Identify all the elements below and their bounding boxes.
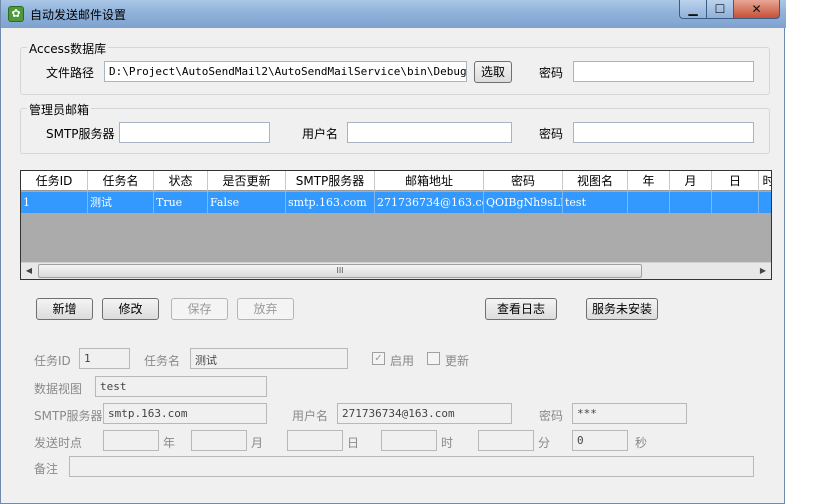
smtp-server-input[interactable]: smtp.163.com bbox=[103, 403, 267, 424]
column-header[interactable]: 时 bbox=[759, 171, 771, 191]
add-button[interactable]: 新增 bbox=[36, 298, 93, 320]
service-status-button[interactable]: 服务未安装 bbox=[586, 298, 658, 320]
settings-window: ✿ 自动发送邮件设置 ▁ ☐ ✕ Access数据库 文件路径 D:\Proje… bbox=[0, 0, 786, 504]
minimize-icon: ▁ bbox=[688, 2, 698, 16]
table-row[interactable]: 1 测试 True False smtp.163.com 271736734@1… bbox=[21, 192, 771, 213]
username-label: 用户名 bbox=[292, 409, 329, 423]
note-label: 备注 bbox=[34, 462, 59, 476]
enabled-label: 启用 bbox=[390, 354, 415, 368]
column-header[interactable]: 邮箱地址 bbox=[375, 171, 484, 191]
cell-password: QOIBgNh9sLE= bbox=[484, 192, 563, 213]
hour-label: 时 bbox=[441, 436, 454, 450]
year-input[interactable] bbox=[103, 430, 159, 451]
data-view-label: 数据视图 bbox=[34, 382, 83, 396]
admin-password-label: 密码 bbox=[539, 127, 564, 141]
minute-input[interactable] bbox=[478, 430, 534, 451]
window-controls: ▁ ☐ ✕ bbox=[679, 0, 780, 20]
task-grid[interactable]: 任务ID 任务名 状态 是否更新 SMTP服务器 邮箱地址 密码 视图名 年 月… bbox=[20, 170, 772, 280]
month-input[interactable] bbox=[191, 430, 247, 451]
hour-input[interactable] bbox=[381, 430, 437, 451]
cell-month bbox=[670, 192, 712, 213]
discard-button[interactable]: 放弃 bbox=[237, 298, 294, 320]
send-time-label: 发送时点 bbox=[34, 436, 83, 450]
column-header[interactable]: 月 bbox=[670, 171, 712, 191]
cell-hour bbox=[759, 192, 771, 213]
column-header[interactable]: 年 bbox=[628, 171, 670, 191]
grid-header: 任务ID 任务名 状态 是否更新 SMTP服务器 邮箱地址 密码 视图名 年 月… bbox=[21, 171, 771, 191]
day-input[interactable] bbox=[287, 430, 343, 451]
access-db-legend: Access数据库 bbox=[27, 40, 109, 57]
cell-task-name: 测试 bbox=[88, 192, 154, 213]
access-password-input[interactable] bbox=[573, 61, 754, 82]
scroll-right-icon[interactable]: ▶ bbox=[755, 263, 771, 279]
cell-email: 271736734@163.com bbox=[375, 192, 484, 213]
cell-smtp: smtp.163.com bbox=[286, 192, 375, 213]
data-view-input[interactable]: test bbox=[95, 376, 267, 397]
browse-button[interactable]: 选取 bbox=[474, 61, 512, 83]
column-header[interactable]: 是否更新 bbox=[208, 171, 286, 191]
year-label: 年 bbox=[163, 436, 176, 450]
update-checkbox[interactable] bbox=[427, 352, 440, 365]
access-password-label: 密码 bbox=[539, 66, 564, 80]
day-label: 日 bbox=[347, 436, 360, 450]
task-id-input[interactable]: 1 bbox=[79, 348, 130, 369]
column-header[interactable]: 日 bbox=[712, 171, 759, 191]
column-header[interactable]: 状态 bbox=[154, 171, 208, 191]
task-name-input[interactable]: 测试 bbox=[190, 348, 348, 369]
maximize-icon: ☐ bbox=[714, 2, 726, 16]
update-label: 更新 bbox=[445, 354, 470, 368]
password-input[interactable]: *** bbox=[572, 403, 687, 424]
username-input[interactable]: 271736734@163.com bbox=[337, 403, 512, 424]
column-header[interactable]: 密码 bbox=[484, 171, 563, 191]
column-header[interactable]: SMTP服务器 bbox=[286, 171, 375, 191]
enabled-checkbox[interactable]: ✓ bbox=[372, 352, 385, 365]
second-label: 秒 bbox=[635, 436, 648, 450]
admin-mail-legend: 管理员邮箱 bbox=[27, 101, 92, 118]
cell-day bbox=[712, 192, 759, 213]
close-icon: ✕ bbox=[751, 2, 762, 16]
maximize-button[interactable]: ☐ bbox=[707, 0, 734, 19]
scroll-left-icon[interactable]: ◀ bbox=[21, 263, 37, 279]
task-id-label: 任务ID bbox=[34, 354, 71, 368]
second-input[interactable]: 0 bbox=[572, 430, 628, 451]
cell-update: False bbox=[208, 192, 286, 213]
admin-smtp-input[interactable] bbox=[119, 122, 270, 143]
cell-year bbox=[628, 192, 670, 213]
admin-user-label: 用户名 bbox=[302, 127, 339, 141]
app-gear-icon: ✿ bbox=[8, 6, 24, 22]
cell-task-id: 1 bbox=[21, 192, 88, 213]
column-header[interactable]: 视图名 bbox=[563, 171, 628, 191]
admin-smtp-label: SMTP服务器 bbox=[46, 127, 115, 141]
title-bar[interactable]: ✿ 自动发送邮件设置 ▁ ☐ ✕ bbox=[1, 0, 786, 28]
scroll-thumb[interactable]: III bbox=[38, 264, 642, 278]
window-title: 自动发送邮件设置 bbox=[30, 8, 127, 22]
smtp-server-label: SMTP服务器 bbox=[34, 409, 103, 423]
view-log-button[interactable]: 查看日志 bbox=[485, 298, 557, 320]
task-name-label: 任务名 bbox=[144, 354, 181, 368]
minimize-button[interactable]: ▁ bbox=[679, 0, 707, 19]
month-label: 月 bbox=[251, 436, 264, 450]
save-button[interactable]: 保存 bbox=[171, 298, 228, 320]
cell-status: True bbox=[154, 192, 208, 213]
minute-label: 分 bbox=[538, 436, 551, 450]
admin-user-input[interactable] bbox=[347, 122, 512, 143]
check-icon: ✓ bbox=[374, 353, 383, 364]
column-header[interactable]: 任务ID bbox=[21, 171, 88, 191]
horizontal-scrollbar[interactable]: ◀ III ▶ bbox=[21, 262, 771, 279]
column-header[interactable]: 任务名 bbox=[88, 171, 154, 191]
edit-button[interactable]: 修改 bbox=[102, 298, 159, 320]
file-path-label: 文件路径 bbox=[46, 66, 95, 80]
cell-view-name: test bbox=[563, 192, 628, 213]
admin-password-input[interactable] bbox=[573, 122, 754, 143]
close-button[interactable]: ✕ bbox=[734, 0, 780, 19]
password-label: 密码 bbox=[539, 409, 564, 423]
file-path-input[interactable]: D:\Project\AutoSendMail2\AutoSendMailSer… bbox=[104, 61, 467, 82]
note-input[interactable] bbox=[69, 456, 754, 477]
